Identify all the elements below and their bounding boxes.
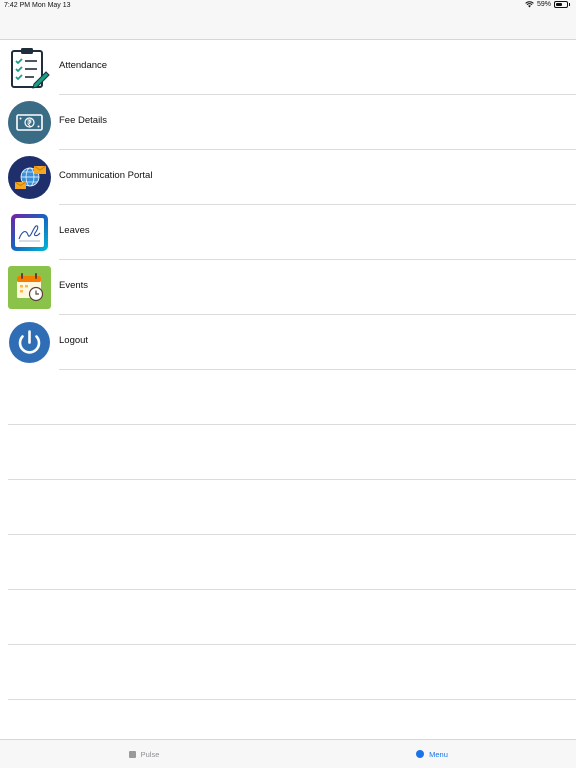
menu-screen: 7:42 PM Mon May 13 59% Attendance Fee De… xyxy=(0,0,576,768)
empty-list-rows xyxy=(8,370,576,700)
menu-item-label: Communication Portal xyxy=(59,170,153,181)
tab-label: Pulse xyxy=(140,749,160,759)
status-bar: 7:42 PM Mon May 13 59% xyxy=(0,0,576,40)
status-indicators: 59% xyxy=(525,1,570,8)
menu-item-label: Events xyxy=(59,280,89,291)
tab-pulse[interactable]: Pulse xyxy=(0,740,288,768)
menu-item-label: Leaves xyxy=(59,225,90,236)
menu-item-label: Fee Details xyxy=(59,115,108,126)
empty-row xyxy=(8,590,576,645)
circle-icon xyxy=(416,750,425,758)
battery-level-fill xyxy=(556,3,562,6)
empty-row xyxy=(8,370,576,425)
menu-item-fee-details[interactable]: Fee Details xyxy=(0,95,576,150)
battery-icon xyxy=(554,1,568,8)
status-time: 7:42 PM Mon May 13 xyxy=(4,2,71,9)
menu-item-leaves[interactable]: Leaves xyxy=(0,205,576,260)
menu-item-communication-portal[interactable]: Communication Portal xyxy=(0,150,576,205)
signature-icon xyxy=(11,214,48,251)
wifi-icon xyxy=(525,1,534,8)
battery-percentage: 59% xyxy=(536,1,551,8)
power-icon xyxy=(9,322,50,363)
empty-row xyxy=(8,535,576,590)
menu-item-label: Attendance xyxy=(59,60,108,71)
menu-item-label: Logout xyxy=(59,335,89,346)
menu-item-events[interactable]: Events xyxy=(0,260,576,315)
square-icon xyxy=(128,750,136,758)
tab-label: Menu xyxy=(429,749,448,759)
tab-menu[interactable]: Menu xyxy=(288,740,576,768)
menu-item-logout[interactable]: Logout xyxy=(0,315,576,370)
calendar-clock-icon xyxy=(8,266,51,309)
menu-list: Attendance Fee Details Communication Por… xyxy=(0,40,576,370)
tab-bar: Pulse Menu xyxy=(0,739,576,768)
globe-envelope-icon xyxy=(8,156,51,199)
empty-row xyxy=(8,645,576,700)
rupee-banknote-icon xyxy=(8,101,51,144)
battery-tip xyxy=(569,3,570,6)
empty-row xyxy=(8,480,576,535)
menu-item-attendance[interactable]: Attendance xyxy=(0,40,576,95)
clipboard-checklist-icon xyxy=(11,48,50,89)
empty-row xyxy=(8,425,576,480)
